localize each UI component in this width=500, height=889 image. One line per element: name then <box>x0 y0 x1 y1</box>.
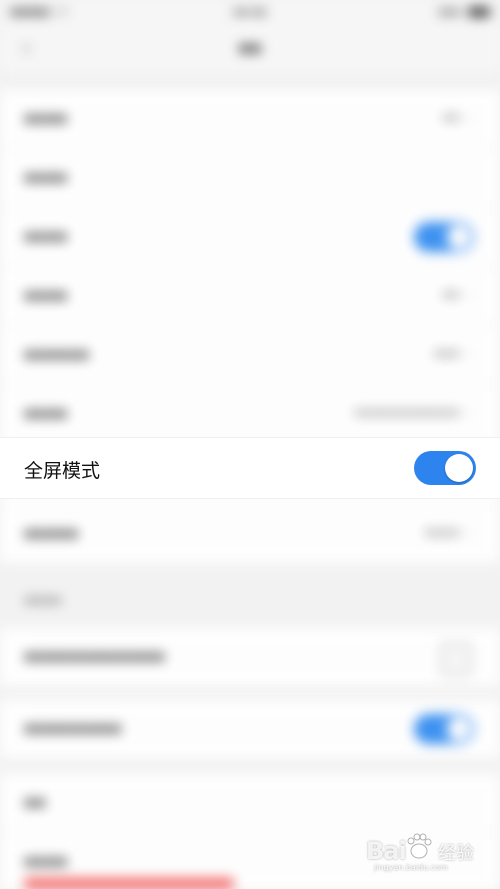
chevron-right-icon: › <box>467 403 474 422</box>
settings-row[interactable]: ▪▪▪▪▪▪▪▪▪› <box>0 505 500 564</box>
page-title: ▪▪ <box>238 38 262 58</box>
settings-row[interactable]: ▪▪▪▪ ▪▪ › <box>0 90 500 149</box>
settings-row[interactable]: ▪▪ <box>0 774 500 833</box>
baidu-paw-icon <box>407 833 432 859</box>
clock: ▪▪:▪▪ <box>233 5 267 18</box>
settings-group-3: ▪▪▪▪▪▪▪▪▪ <box>0 700 500 759</box>
checkbox[interactable] <box>440 642 472 676</box>
battery-indicator: ▪▪▪ <box>438 5 490 18</box>
watermark-brand: Bai <box>366 837 407 865</box>
fullscreen-mode-toggle[interactable] <box>414 451 476 485</box>
settings-group-2: ▪▪▪▪▪▪▪▪▪▪▪▪▪ <box>0 628 500 687</box>
settings-row[interactable]: ▪▪▪▪▪▪▪▪▪ <box>0 700 500 759</box>
chevron-right-icon: › <box>467 344 474 363</box>
battery-icon <box>468 7 490 17</box>
toggle-switch[interactable] <box>414 714 474 744</box>
watermark-suffix: 经验 <box>438 843 474 864</box>
settings-row[interactable]: ▪▪▪▪ ▪▪▪▪▪▪▪▪▪▪▪▪ › <box>0 385 500 444</box>
highlight-bar <box>24 878 234 889</box>
settings-screen: ●●●●○ ▾ ▪▪:▪▪ ▪▪▪ ‹ ▪▪ ▪▪▪▪ ▪▪ › ▪▪▪▪ ▪▪▪▪… <box>0 0 500 889</box>
status-bar: ●●●●○ ▾ ▪▪:▪▪ ▪▪▪ <box>0 0 500 24</box>
toggle-switch[interactable] <box>414 222 474 252</box>
section-header: ▪▪▪▪ <box>24 592 62 608</box>
watermark-url: jingyan.baidu.com <box>374 863 448 872</box>
settings-row[interactable]: ▪▪▪▪▪▪▪▪▪› <box>0 326 500 385</box>
toggle-knob <box>445 454 473 482</box>
chevron-right-icon: › <box>467 285 474 304</box>
nav-bar: ‹ ▪▪ <box>0 24 500 75</box>
fullscreen-mode-label: 全屏模式 <box>24 460 101 482</box>
settings-row[interactable]: ▪▪▪▪ <box>0 208 500 267</box>
settings-row[interactable]: ▪▪▪▪ ▪▪ › <box>0 267 500 326</box>
settings-row[interactable]: ▪▪▪▪▪▪▪▪▪▪▪▪▪ <box>0 628 500 687</box>
watermark: Bai 经验 jingyan.baidu.com <box>366 831 486 872</box>
fullscreen-mode-row[interactable]: 全屏模式 <box>0 438 500 498</box>
settings-row[interactable]: ▪▪▪▪ <box>0 149 500 208</box>
chevron-right-icon: › <box>467 523 474 542</box>
chevron-right-icon: › <box>467 108 474 127</box>
